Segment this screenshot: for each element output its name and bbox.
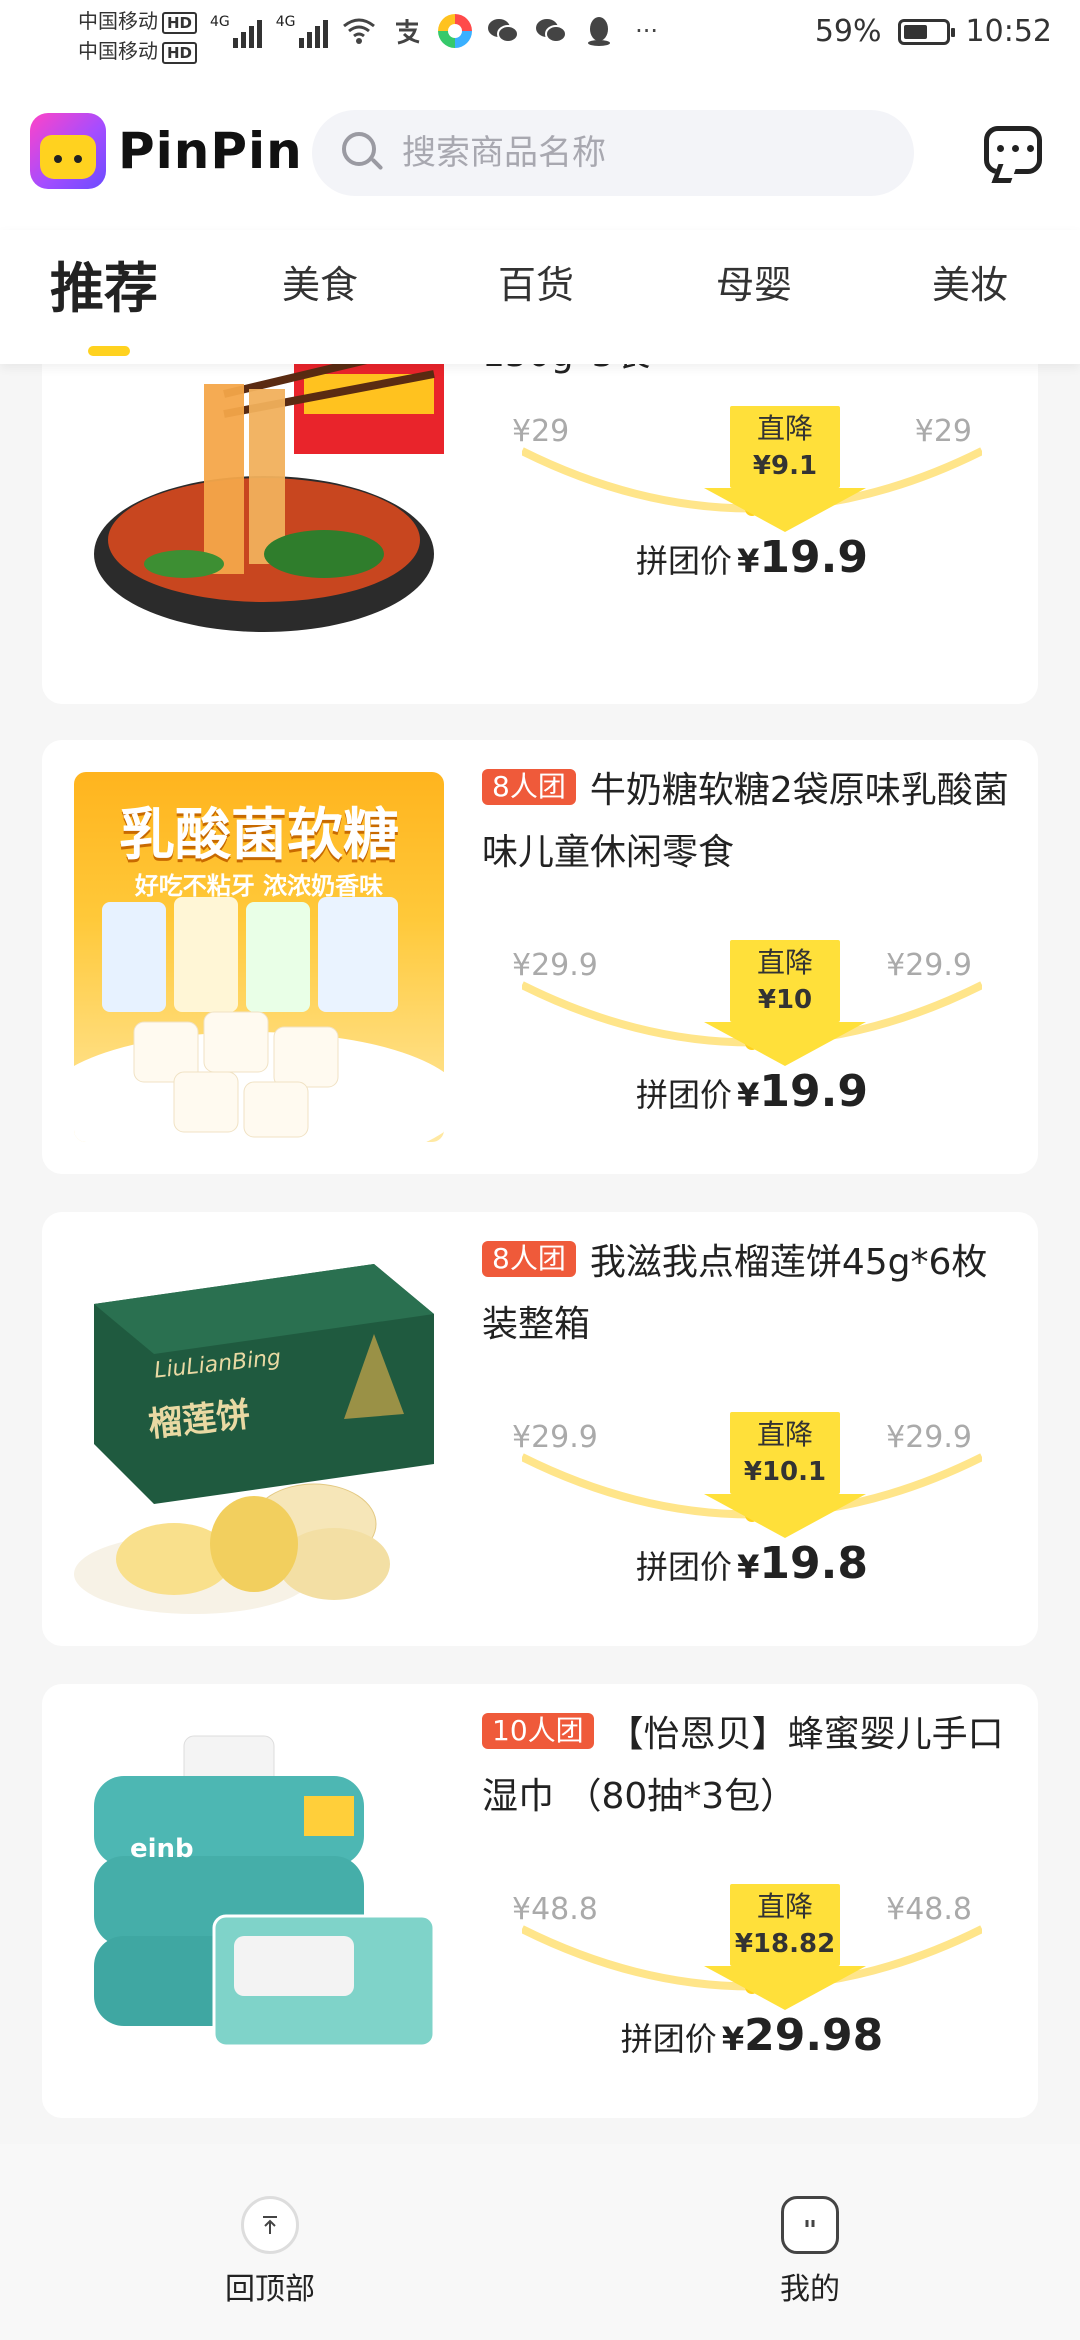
app-name: PinPin (118, 122, 303, 180)
hd-badge-1: HD (162, 12, 198, 34)
search-input[interactable] (402, 133, 882, 173)
alipay-icon (390, 14, 424, 48)
mine-label: 我的 (780, 2272, 840, 2307)
mine-button[interactable]: 我的 (730, 2196, 890, 2308)
hd-badge-2: HD (162, 42, 198, 64)
price-comparison: ¥29.9 ¥29.9 直降 ¥10 拼团价 ¥19.9 (482, 940, 1022, 1128)
clock: 10:52 (965, 14, 1052, 49)
price-drop-label: 直降 (756, 1418, 813, 1451)
price-drop-tag: 直降 ¥18.82 (704, 1884, 866, 2010)
wechat-icon (534, 14, 568, 48)
profile-icon (781, 2196, 839, 2254)
product-card[interactable]: 150g*5袋 ¥29 ¥29 直降 ¥9.1 拼团价 ¥19.9 (42, 364, 1038, 704)
product-image-brand: einb (130, 1834, 194, 1864)
price-drop-value: ¥18.82 (734, 1929, 836, 1959)
arrow-up-icon (241, 2196, 299, 2254)
currency-symbol: ¥ (737, 1548, 760, 1586)
group-size-badge: 8人团 (482, 769, 576, 805)
product-title: 8人团 牛奶糖软糖2袋原味乳酸菌味儿童休闲零食 (482, 760, 1012, 884)
back-to-top-button[interactable]: 回顶部 (190, 2196, 350, 2308)
message-icon[interactable] (984, 126, 1042, 174)
network-label-1: 4G (210, 14, 230, 30)
product-title-text: 150g*5袋 (482, 364, 650, 375)
group-price: 拼团价 ¥19.8 (482, 1538, 1022, 1589)
signal-icon-1: 4G (210, 14, 262, 48)
search-bar[interactable] (312, 110, 914, 196)
group-price-label: 拼团价 (636, 1076, 733, 1114)
search-icon (342, 132, 384, 174)
carrier-label-1: 中国移动 (78, 9, 158, 33)
price-comparison: ¥29.9 ¥29.9 直降 ¥10.1 拼团价 ¥19.8 (482, 1412, 1022, 1600)
price-drop-tag: 直降 ¥9.1 (704, 406, 866, 532)
battery-icon (897, 18, 955, 45)
product-title: 150g*5袋 (482, 364, 1012, 386)
price-drop-label: 直降 (756, 946, 813, 979)
price-comparison: ¥48.8 ¥48.8 直降 ¥18.82 拼团价 ¥29.98 (482, 1884, 1022, 2072)
price-drop-value: ¥9.1 (752, 451, 818, 481)
wechat-icon (486, 14, 520, 48)
qq-icon (582, 14, 616, 48)
group-price-value: 19.9 (759, 1066, 868, 1117)
price-drop-label: 直降 (756, 412, 813, 445)
back-to-top-label: 回顶部 (225, 2272, 315, 2307)
carrier-label-2: 中国移动 (78, 39, 158, 63)
product-title: 10人团 【怡恩贝】蜂蜜婴儿手口湿巾 （80抽*3包） (482, 1704, 1012, 1828)
price-drop-tag: 直降 ¥10.1 (704, 1412, 866, 1538)
tab-beauty[interactable]: 美妆 (932, 254, 1008, 309)
more-notifications-icon: ··· (635, 17, 658, 45)
bottom-navigation: 回顶部 我的 (0, 2144, 1080, 2340)
product-image: 榴莲饼 LiuLianBing (74, 1244, 444, 1614)
group-price: 拼团价 ¥29.98 (482, 2010, 1022, 2061)
category-tabs: 推荐 美食 百货 母婴 美妆 (0, 230, 1080, 364)
active-tab-indicator (88, 346, 130, 356)
product-title: 8人团 我滋我点榴莲饼45g*6枚装整箱 (482, 1232, 1012, 1356)
network-label-2: 4G (275, 14, 296, 30)
status-icons: 4G 4G ··· (210, 14, 664, 48)
status-bar: 中国移动 HD 中国移动 HD 4G 4G ··· 59% 10:52 (0, 0, 1080, 80)
currency-symbol: ¥ (737, 1076, 760, 1114)
group-size-badge: 8人团 (482, 1241, 576, 1277)
product-card[interactable]: 榴莲饼 LiuLianBing 8人团 我滋我点榴莲饼45g*6枚装整箱 ¥29.… (42, 1212, 1038, 1646)
app-logo-icon (30, 113, 106, 189)
price-comparison: ¥29 ¥29 直降 ¥9.1 拼团价 ¥19.9 (482, 406, 1022, 594)
group-price-value: 29.98 (744, 2010, 884, 2061)
product-image: 乳酸菌软糖 好吃不粘牙 浓浓奶香味 (74, 772, 444, 1142)
product-card[interactable]: einb 10人团 【怡恩贝】蜂蜜婴儿手口湿巾 （80抽*3包） ¥48.8 ¥4… (42, 1684, 1038, 2118)
battery-status: 59% 10:52 (815, 14, 1052, 49)
group-price-value: 19.8 (759, 1538, 868, 1589)
product-image (74, 364, 444, 674)
group-price-label: 拼团价 (620, 2020, 717, 2058)
signal-icon-2: 4G (276, 14, 328, 48)
price-drop-label: 直降 (756, 1890, 813, 1923)
product-image: einb (74, 1716, 444, 2086)
group-price: 拼团价 ¥19.9 (482, 532, 1022, 583)
wifi-icon (342, 14, 376, 48)
tab-daily-goods[interactable]: 百货 (498, 254, 574, 309)
browser-icon (437, 14, 472, 48)
currency-symbol: ¥ (737, 542, 760, 580)
product-card[interactable]: 乳酸菌软糖 好吃不粘牙 浓浓奶香味 8人团 牛奶糖软糖2袋原味乳酸菌味儿童休闲零食… (42, 740, 1038, 1174)
group-price: 拼团价 ¥19.9 (482, 1066, 1022, 1117)
battery-percent: 59% (814, 14, 882, 49)
tab-food[interactable]: 美食 (282, 254, 358, 309)
price-drop-value: ¥10 (757, 985, 813, 1015)
group-price-value: 19.9 (759, 532, 868, 583)
price-drop-value: ¥10.1 (743, 1457, 827, 1487)
tab-mother-baby[interactable]: 母婴 (716, 254, 792, 309)
product-list: 150g*5袋 ¥29 ¥29 直降 ¥9.1 拼团价 ¥19.9 乳酸菌软糖 … (0, 364, 1080, 2144)
price-drop-tag: 直降 ¥10 (704, 940, 866, 1066)
app-header: PinPin (0, 80, 1080, 230)
group-price-label: 拼团价 (636, 1548, 733, 1586)
group-price-label: 拼团价 (636, 542, 733, 580)
group-size-badge: 10人团 (482, 1713, 594, 1749)
tab-recommend[interactable]: 推荐 (50, 244, 158, 323)
currency-symbol: ¥ (721, 2020, 745, 2058)
carrier-info: 中国移动 HD 中国移动 HD (78, 6, 198, 66)
